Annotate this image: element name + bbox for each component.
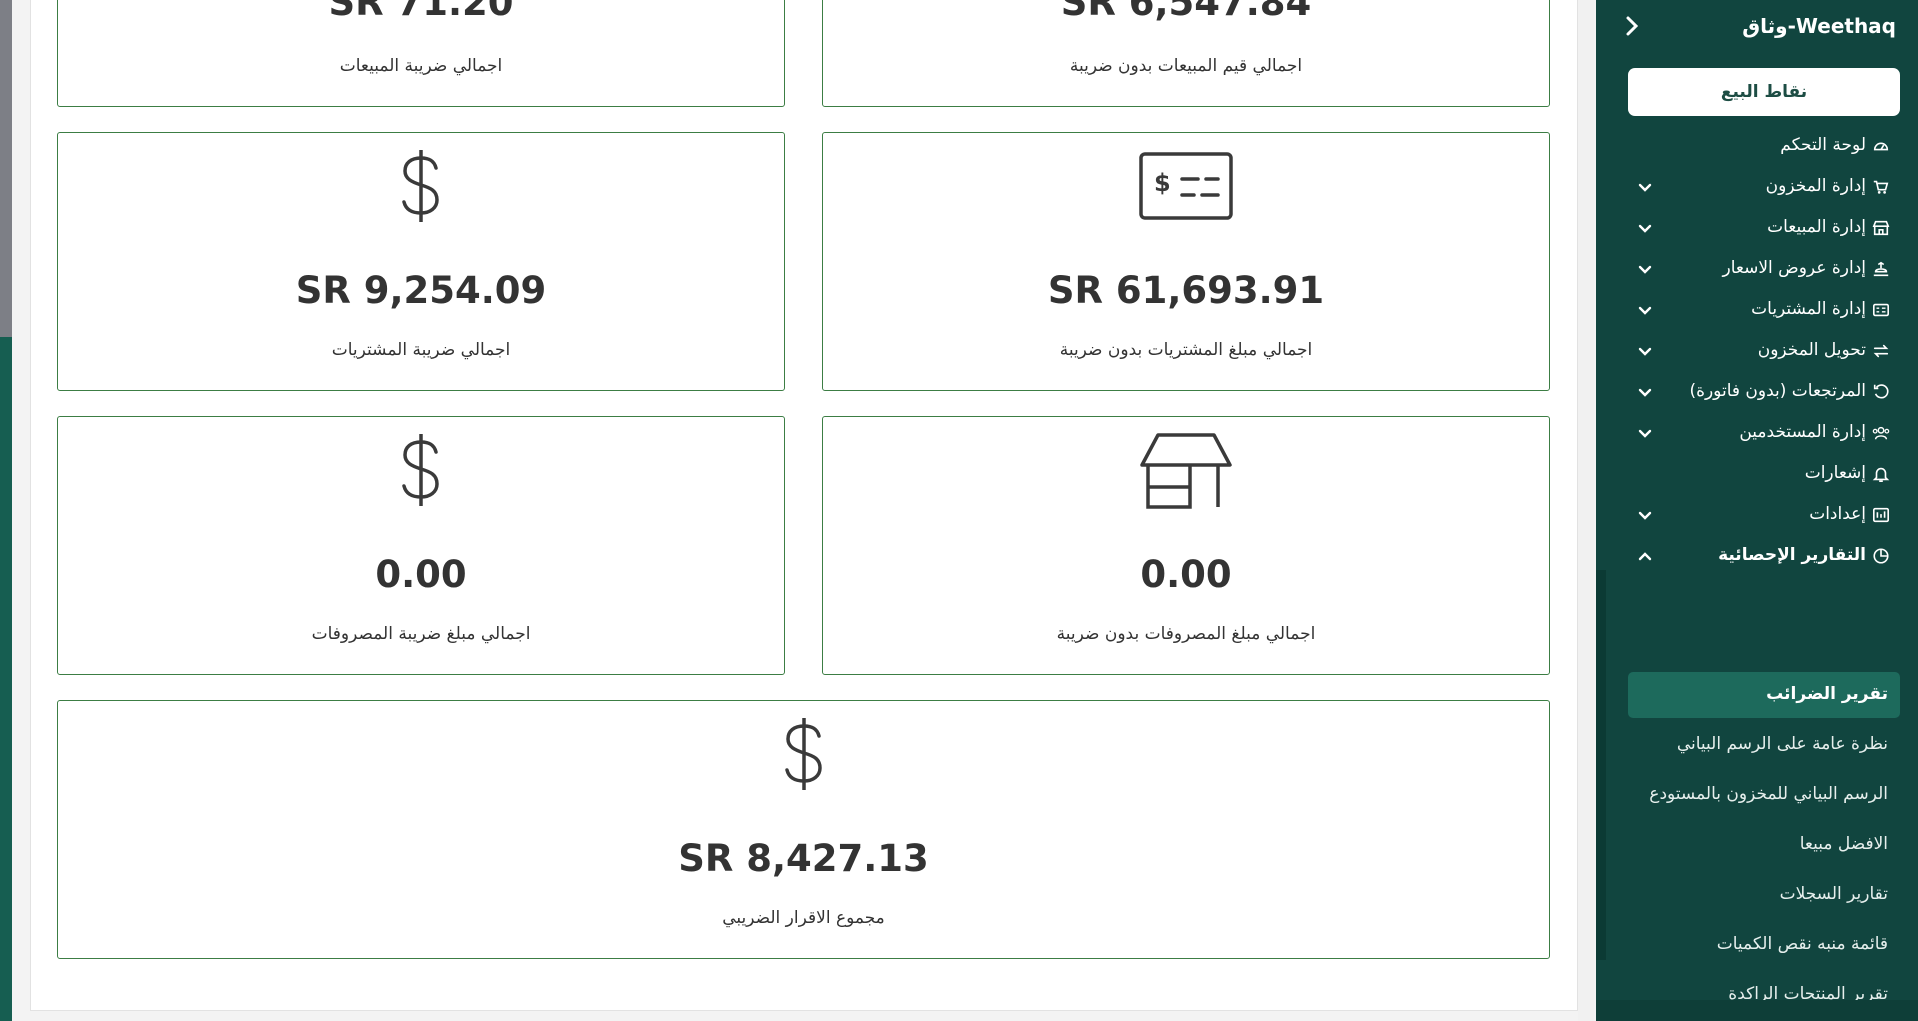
dollar-icon [784, 718, 822, 790]
sidebar-item-return[interactable]: المرتجعات (بدون فاتورة) [1628, 372, 1900, 412]
sidebar-subitem[interactable]: الرسم البياني للمخزون بالمستودع [1628, 772, 1900, 818]
sidebar-item-quote[interactable]: إدارة عروض الاسعار [1628, 249, 1900, 289]
store-icon [1872, 220, 1890, 236]
sidebar-item-inventory[interactable]: إدارة المخزون [1628, 167, 1900, 207]
card-value: 0.00 [1140, 553, 1232, 596]
card-label: اجمالي قيم المبيعات بدون ضريبة [1069, 56, 1303, 76]
sidebar-scrollbar[interactable] [1596, 570, 1606, 960]
card-label: اجمالي مبلغ المصروفات بدون ضريبة [1056, 624, 1316, 644]
card-label: اجمالي مبلغ المشتريات بدون ضريبة [1059, 340, 1313, 360]
chevron-down-icon[interactable] [1638, 221, 1652, 235]
card-sales-no-tax: SR 6,547.84 اجمالي قيم المبيعات بدون ضري… [822, 0, 1550, 107]
left-edge-strip-bottom [0, 337, 12, 1021]
sidebar-subitem-label: نظرة عامة على الرسم البياني [1676, 734, 1888, 754]
sidebar-item-chart-pie[interactable]: التقارير الإحصائية [1628, 536, 1900, 576]
card-purchases-no-tax: $ SR 61,693.91 اجمالي مبلغ المشتريات بدو… [822, 132, 1550, 391]
sidebar-item-label: المرتجعات (بدون فاتورة) [1689, 381, 1866, 401]
quote-icon [1873, 261, 1889, 277]
sidebar-item-label: لوحة التحكم [1780, 135, 1866, 155]
chevron-down-icon[interactable] [1638, 303, 1652, 317]
dollar-icon [402, 434, 439, 506]
card-value: SR 8,427.13 [678, 837, 929, 880]
bell-icon [1872, 467, 1890, 483]
sidebar-item-settings[interactable]: إعدادات [1628, 495, 1900, 535]
sidebar-bottom-bar [1596, 1000, 1918, 1021]
sidebar-subitem[interactable]: الافضل مبيعا [1628, 822, 1900, 868]
dashboard-icon [1873, 142, 1889, 151]
card-value: 0.00 [375, 553, 467, 596]
settings-icon [1872, 507, 1890, 523]
chevron-right-icon[interactable] [1620, 14, 1644, 38]
sidebar-item-label: تحويل المخزون [1757, 340, 1866, 360]
svg-text:$: $ [1154, 169, 1171, 197]
sidebar-item-label: إعدادات [1809, 504, 1866, 524]
card-purchases-tax: SR 9,254.09 اجمالي ضريبة المشتريات [57, 132, 785, 391]
brand-logo: Weethaq-وثاق [1742, 14, 1896, 38]
main-scrollbar[interactable] [1578, 0, 1594, 1021]
sidebar-header: Weethaq-وثاق [1596, 0, 1918, 58]
sidebar-item-transfer[interactable]: تحويل المخزون [1628, 331, 1900, 371]
sidebar-subitem-label: تقرير الضرائب [1766, 684, 1888, 704]
tax-report-panel: SR 71.20 اجمالي ضريبة المبيعات SR 6,547.… [30, 0, 1578, 1011]
sidebar-subitem-label: الافضل مبيعا [1799, 834, 1888, 854]
chevron-down-icon[interactable] [1638, 344, 1652, 358]
sidebar-subitem[interactable]: تقارير السجلات [1628, 872, 1900, 918]
store-icon [1140, 433, 1232, 509]
sidebar-subitem[interactable]: قائمة منبه نقص الكميات [1628, 922, 1900, 968]
chevron-down-icon[interactable] [1638, 385, 1652, 399]
sidebar-item-label: إدارة المخزون [1765, 176, 1866, 196]
card-label: اجمالي ضريبة المشتريات [331, 340, 511, 360]
card-expenses-no-tax: 0.00 اجمالي مبلغ المصروفات بدون ضريبة [822, 416, 1550, 675]
chart-pie-icon [1873, 548, 1889, 564]
card-expenses-tax: 0.00 اجمالي مبلغ ضريبة المصروفات [57, 416, 785, 675]
sidebar-item-label: إدارة المشتريات [1751, 299, 1866, 319]
card-sales-tax: SR 71.20 اجمالي ضريبة المبيعات [57, 0, 785, 107]
bill-icon: $ [1139, 152, 1233, 220]
card-label: مجموع الاقرار الضريبي [722, 908, 885, 928]
transfer-icon [1873, 344, 1889, 358]
sidebar-item-label: إشعارات [1804, 463, 1866, 483]
card-label: اجمالي مبلغ ضريبة المصروفات [311, 624, 531, 644]
sidebar-subitem-label: تقارير السجلات [1779, 884, 1888, 904]
return-icon [1873, 384, 1889, 399]
card-label: اجمالي ضريبة المبيعات [339, 56, 503, 76]
dollar-icon [402, 150, 439, 222]
chevron-down-icon[interactable] [1638, 262, 1652, 276]
users-icon [1872, 426, 1890, 440]
sidebar-subitem[interactable]: تقرير الضرائب [1628, 672, 1900, 718]
card-value: SR 71.20 [328, 0, 514, 24]
card-value: SR 61,693.91 [1047, 269, 1325, 312]
sidebar-item-store[interactable]: إدارة المبيعات [1628, 208, 1900, 248]
sidebar-item-label: إدارة المبيعات [1767, 217, 1866, 237]
inventory-icon [1873, 180, 1889, 194]
chevron-up-icon[interactable] [1638, 549, 1652, 563]
sidebar-item-users[interactable]: إدارة المستخدمين [1628, 413, 1900, 453]
sidebar-item-label: التقارير الإحصائية [1718, 545, 1866, 565]
card-tax-return-total: SR 8,427.13 مجموع الاقرار الضريبي [57, 700, 1550, 959]
chevron-down-icon[interactable] [1638, 180, 1652, 194]
sidebar-item-purchase[interactable]: إدارة المشتريات [1628, 290, 1900, 330]
card-value: SR 9,254.09 [295, 269, 547, 312]
pos-button[interactable]: نقاط البيع [1628, 68, 1900, 116]
chevron-down-icon[interactable] [1638, 426, 1652, 440]
purchase-icon [1872, 303, 1890, 317]
sidebar-item-dashboard[interactable]: لوحة التحكم [1628, 126, 1900, 166]
sidebar-subitem-label: الرسم البياني للمخزون بالمستودع [1649, 784, 1888, 804]
sidebar: Weethaq-وثاق نقاط البيع لوحة التحكم إدارة… [1596, 0, 1918, 1021]
card-value: SR 6,547.84 [1060, 0, 1312, 24]
chevron-down-icon[interactable] [1638, 508, 1652, 522]
sidebar-item-bell[interactable]: إشعارات [1628, 454, 1900, 494]
sidebar-item-label: إدارة المستخدمين [1739, 422, 1866, 442]
sidebar-subitem[interactable]: نظرة عامة على الرسم البياني [1628, 722, 1900, 768]
sidebar-item-label: إدارة عروض الاسعار [1722, 258, 1866, 278]
sidebar-subitem-label: قائمة منبه نقص الكميات [1716, 934, 1888, 954]
